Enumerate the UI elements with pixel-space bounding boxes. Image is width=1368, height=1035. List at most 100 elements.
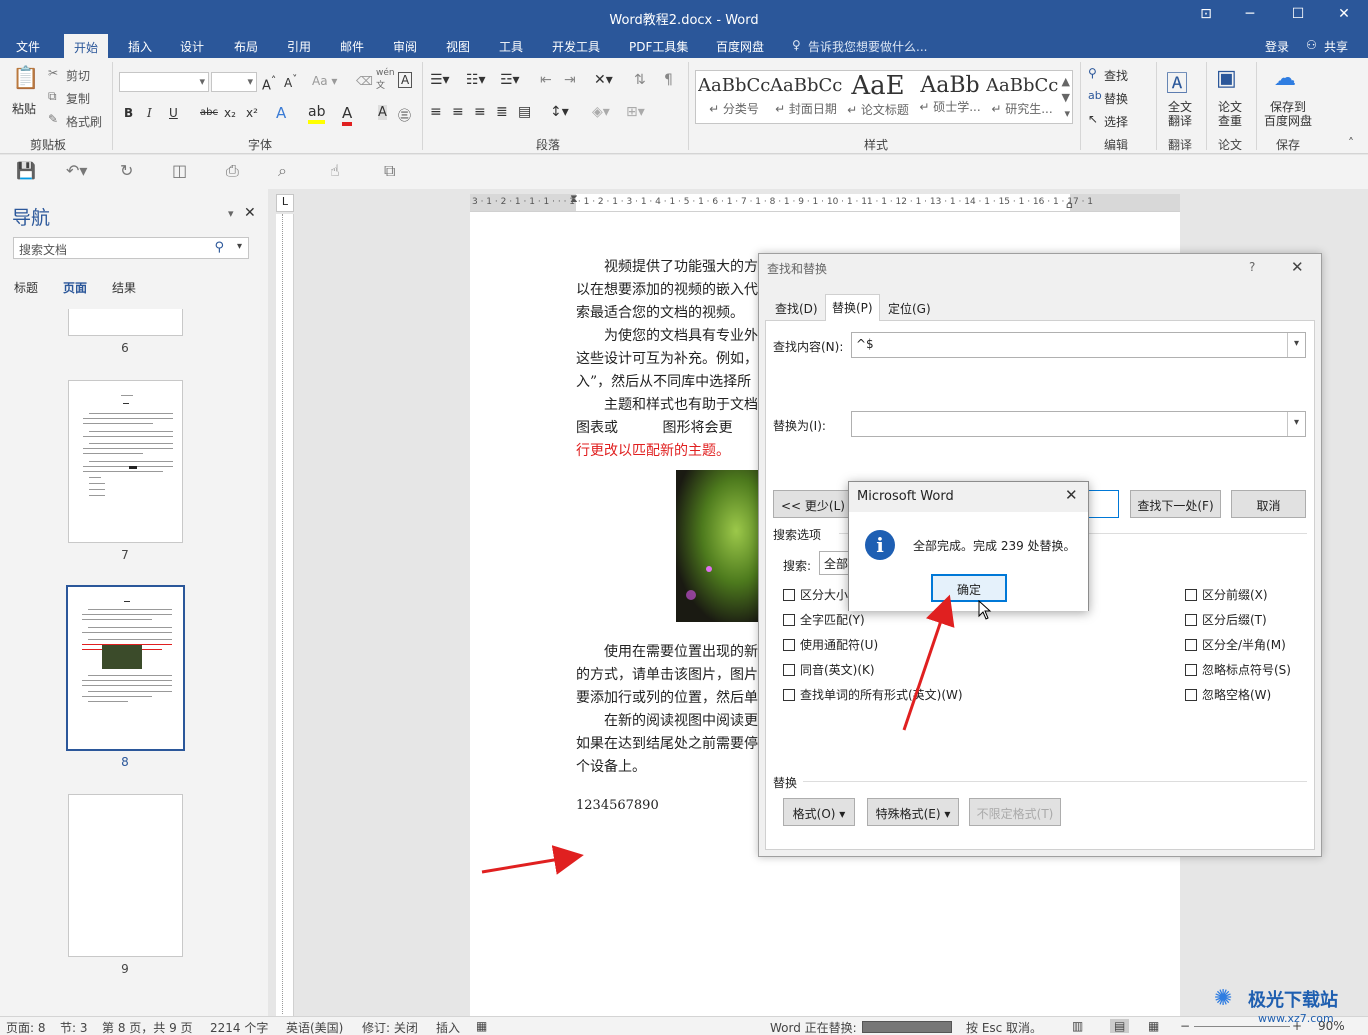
tab-pdf-tools[interactable]: PDF工具集 <box>629 38 688 55</box>
underline-button[interactable]: U <box>169 106 178 120</box>
tab-developer[interactable]: 开发工具 <box>552 38 600 55</box>
full-text-translate-button[interactable]: 全文 翻译 <box>1168 100 1192 128</box>
char-shading-icon[interactable]: A <box>378 105 387 120</box>
style-item[interactable]: AaE ↵ 论文标题 <box>842 71 914 123</box>
close-button[interactable]: ✕ <box>1332 6 1356 22</box>
maximize-button[interactable]: ☐ <box>1286 6 1310 22</box>
close-icon[interactable]: ✕ <box>1291 258 1304 276</box>
decrease-indent-icon[interactable]: ⇤ <box>540 72 552 88</box>
no-formatting-button[interactable]: 不限定格式(T) <box>969 798 1061 826</box>
tab-pages[interactable]: 页面 <box>63 279 87 296</box>
bullets-icon[interactable]: ☰▾ <box>430 72 450 88</box>
shading-icon[interactable]: ◈▾ <box>592 104 610 120</box>
web-layout-icon[interactable]: ▦ <box>1148 1019 1159 1033</box>
minimize-button[interactable]: ─ <box>1238 6 1262 22</box>
cancel-button[interactable]: 取消 <box>1231 490 1306 518</box>
tab-review[interactable]: 审阅 <box>393 38 417 55</box>
enclose-char-icon[interactable]: ㊂ <box>398 105 411 124</box>
match-prefix-checkbox[interactable]: 区分前缀(X) <box>1185 586 1268 603</box>
ok-button[interactable]: 确定 <box>931 574 1007 602</box>
font-color-icon[interactable]: A <box>342 104 353 126</box>
find-button[interactable]: 查找 <box>1104 67 1128 84</box>
superscript-button[interactable]: x² <box>246 106 258 120</box>
ignore-space-checkbox[interactable]: 忽略空格(W) <box>1185 686 1271 703</box>
tab-baidu-netdisk[interactable]: 百度网盘 <box>716 38 764 55</box>
match-width-checkbox[interactable]: 区分全/半角(M) <box>1185 636 1286 653</box>
tab-results[interactable]: 结果 <box>112 279 136 296</box>
replace-input[interactable]: ▾ <box>851 411 1306 437</box>
numbering-icon[interactable]: ☷▾ <box>466 72 486 88</box>
style-item[interactable]: AaBbCc ↵ 研究生... <box>986 71 1058 123</box>
help-button[interactable]: ? <box>1249 260 1255 274</box>
asian-layout-icon[interactable]: ✕▾ <box>594 72 613 88</box>
nav-search-input[interactable]: 搜索文档 ⚲ ▾ <box>13 237 249 259</box>
tab-headings[interactable]: 标题 <box>14 279 38 296</box>
multilevel-list-icon[interactable]: ☲▾ <box>500 72 520 88</box>
login-link[interactable]: 登录 <box>1265 38 1289 55</box>
font-name-combo[interactable]: ▾ <box>119 72 209 92</box>
page-thumbnail[interactable] <box>68 309 183 336</box>
layout-icon[interactable]: ◫ <box>172 161 187 180</box>
customize-icon[interactable]: ⧉ <box>384 161 395 181</box>
search-icon[interactable]: ⚲ <box>214 240 224 255</box>
change-case-icon[interactable]: Aa ▾ <box>312 74 337 88</box>
match-suffix-checkbox[interactable]: 区分后缀(T) <box>1185 611 1267 628</box>
tab-replace[interactable]: 替换(P) <box>825 294 880 321</box>
print-layout-icon[interactable]: ▤ <box>1110 1019 1130 1033</box>
collapse-ribbon-icon[interactable]: ˄ <box>1348 136 1354 150</box>
phonetic-guide-icon[interactable]: wén 文 <box>376 68 395 91</box>
line-spacing-icon[interactable]: ↕▾ <box>550 104 569 120</box>
chevron-down-icon[interactable]: ▾ <box>1287 333 1305 357</box>
ignore-punct-checkbox[interactable]: 忽略标点符号(S) <box>1185 661 1291 678</box>
styles-scroll-up-icon[interactable]: ▲ <box>1062 75 1070 88</box>
font-size-combo[interactable]: ▾ <box>211 72 257 92</box>
tab-view[interactable]: 视图 <box>446 38 470 55</box>
find-next-button[interactable]: 查找下一处(F) <box>1130 490 1221 518</box>
preview-icon[interactable]: ⌕ <box>278 161 287 181</box>
tab-tools[interactable]: 工具 <box>499 38 523 55</box>
replace-button[interactable]: 替换 <box>1104 90 1128 107</box>
status-words[interactable]: 2214 个字 <box>210 1019 268 1035</box>
styles-more-icon[interactable]: ▾ <box>1064 107 1070 120</box>
show-marks-icon[interactable]: ¶ <box>664 72 673 88</box>
tab-goto[interactable]: 定位(G) <box>882 296 937 320</box>
shrink-font-icon[interactable]: A˅ <box>284 74 297 90</box>
copy-button[interactable]: 复制 <box>66 90 90 107</box>
sort-icon[interactable]: ⇅ <box>634 72 646 88</box>
increase-indent-icon[interactable]: ⇥ <box>564 72 576 88</box>
styles-scroll-down-icon[interactable]: ▼ <box>1062 91 1070 104</box>
tab-selector[interactable]: L <box>276 194 294 212</box>
nav-close-icon[interactable]: ✕ <box>244 205 256 221</box>
status-section[interactable]: 节: 3 <box>60 1019 88 1035</box>
bold-button[interactable]: B <box>124 106 133 120</box>
page-thumbnail-selected[interactable] <box>66 585 185 751</box>
read-mode-icon[interactable]: ▥ <box>1072 1019 1083 1033</box>
italic-button[interactable]: I <box>147 106 152 120</box>
status-language[interactable]: 英语(美国) <box>286 1019 343 1035</box>
align-right-icon[interactable]: ≡ <box>474 104 486 120</box>
tab-home[interactable]: 开始 <box>64 34 109 58</box>
ribbon-display-icon[interactable]: ⊡ <box>1194 6 1218 22</box>
strikethrough-button[interactable]: abc <box>200 107 218 118</box>
undo-icon[interactable]: ↶▾ <box>66 161 87 180</box>
clear-format-icon[interactable]: ⌫ <box>356 74 373 88</box>
format-button[interactable]: 格式(O) ▾ <box>783 798 855 826</box>
chevron-down-icon[interactable]: ▾ <box>237 241 242 252</box>
align-center-icon[interactable]: ≡ <box>452 104 464 120</box>
subscript-button[interactable]: x₂ <box>224 106 236 120</box>
all-word-forms-checkbox[interactable]: 查找单词的所有形式(英文)(W) <box>783 686 963 703</box>
grow-font-icon[interactable]: A˄ <box>262 74 276 93</box>
share-button[interactable]: 共享 <box>1324 38 1348 55</box>
touch-icon[interactable]: ☝ <box>330 161 340 180</box>
tab-insert[interactable]: 插入 <box>128 38 152 55</box>
leaf-image[interactable] <box>676 470 762 622</box>
tab-find[interactable]: 查找(D) <box>769 296 824 320</box>
redo-icon[interactable]: ↻ <box>120 161 133 180</box>
zoom-out-icon[interactable]: − <box>1180 1019 1190 1033</box>
whole-word-checkbox[interactable]: 全字匹配(Y) <box>783 611 865 628</box>
nav-options-icon[interactable]: ▾ <box>228 207 234 220</box>
char-border-icon[interactable]: A <box>398 72 413 88</box>
sounds-like-checkbox[interactable]: 同音(英文)(K) <box>783 661 875 678</box>
find-input[interactable]: ^$ ▾ <box>851 332 1306 358</box>
close-icon[interactable]: ✕ <box>1065 486 1078 504</box>
